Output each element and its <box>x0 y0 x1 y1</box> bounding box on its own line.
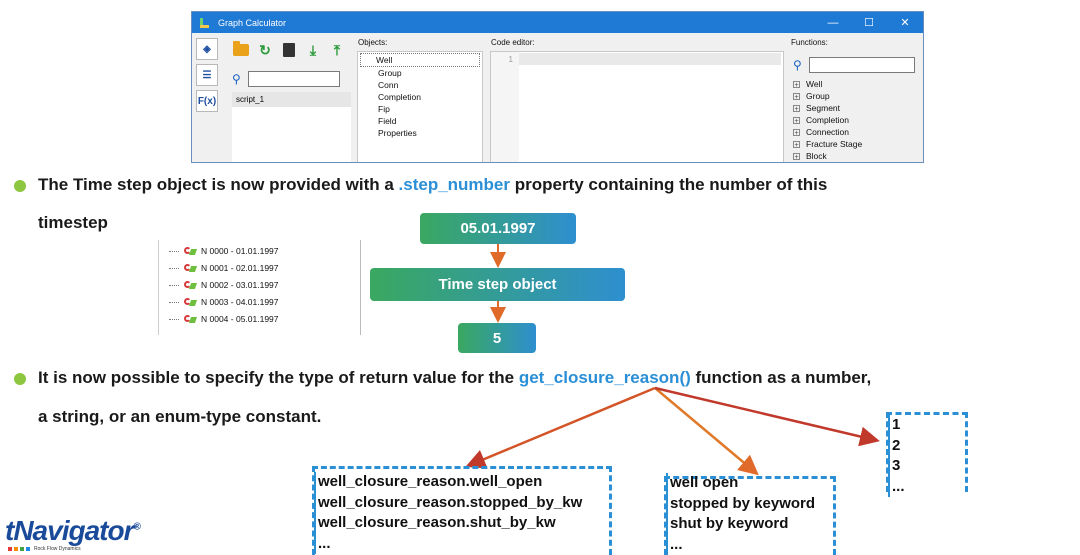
enum-value: well_closure_reason.shut_by_kw <box>314 513 582 534</box>
number-value: 3 <box>888 456 905 477</box>
number-value: ... <box>888 476 905 497</box>
enum-value: ... <box>314 533 582 554</box>
bullet-2-line-1: It is now possible to specify the type o… <box>38 368 872 387</box>
string-value: ... <box>666 534 815 555</box>
enum-value: well_closure_reason.well_open <box>314 472 582 493</box>
string-value: stopped by keyword <box>666 493 815 514</box>
string-value: shut by keyword <box>666 514 815 535</box>
number-value: 2 <box>888 435 905 456</box>
enum-value: well_closure_reason.stopped_by_kw <box>314 492 582 513</box>
closure-reason-highlight: get_closure_reason() <box>518 368 691 387</box>
enum-values-list: well_closure_reason.well_open well_closu… <box>314 472 582 554</box>
tnavigator-logo: tNavigator® <box>5 515 141 546</box>
bullet-dot <box>14 373 26 385</box>
logo-tagline: Rock Flow Dynamics <box>8 546 81 552</box>
bullet-2-line-2: a string, or an enum-type constant. <box>38 407 322 426</box>
enum-arrow <box>465 386 656 469</box>
string-values-list: well open stopped by keyword shut by key… <box>666 473 815 555</box>
string-value: well open <box>666 473 815 494</box>
number-value: 1 <box>888 415 905 436</box>
number-values-list: 1 2 3 ... <box>888 415 905 497</box>
number-arrow <box>654 386 880 447</box>
